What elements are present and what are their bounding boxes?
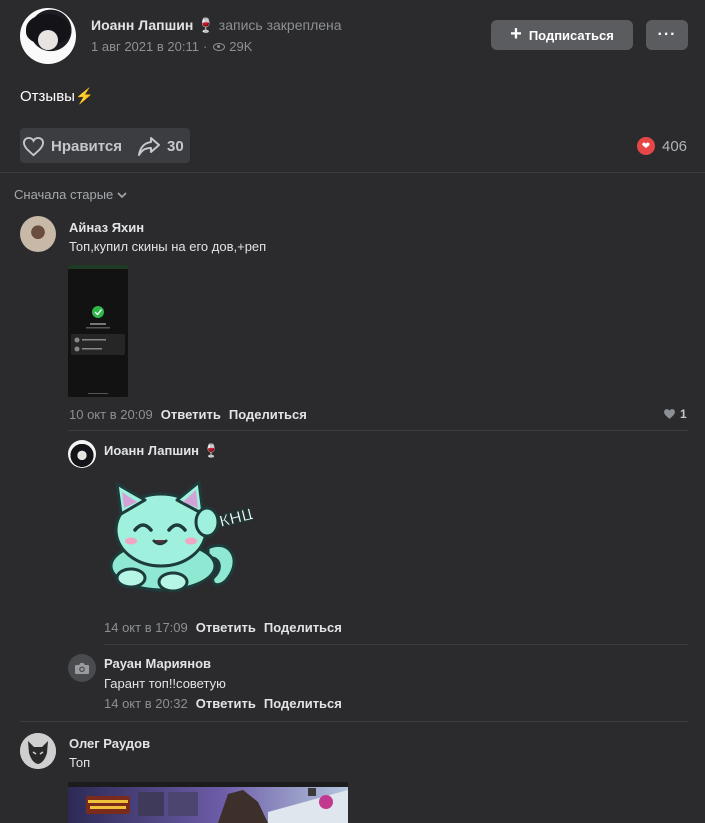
share-link[interactable]: Поделиться	[264, 696, 342, 711]
sticker-text: КНШ	[217, 503, 253, 531]
reply-avatar[interactable]	[68, 654, 96, 682]
share-button[interactable]: 30	[137, 135, 184, 157]
comment-avatar[interactable]	[20, 216, 56, 252]
divider	[104, 644, 688, 645]
reply-footer: 14 окт в 17:09 Ответить Поделиться	[104, 620, 342, 635]
reply-author[interactable]: Иоанн Лапшин	[104, 443, 199, 458]
reply-author-emoji: 🍷	[203, 443, 220, 458]
post-meta: 1 авг 2021 в 20:11 · 29K	[91, 39, 253, 54]
plus-icon: +	[510, 23, 522, 45]
subscribe-label: Подписаться	[528, 27, 614, 43]
comment-photo[interactable]	[68, 265, 128, 397]
sort-label: Сначала старые	[14, 187, 114, 202]
like-label: Нравится	[51, 138, 123, 155]
heart-icon	[22, 136, 45, 157]
post-text: Отзывы⚡	[20, 88, 94, 105]
post-views: 29K	[229, 39, 253, 54]
post-date[interactable]: 1 авг 2021 в 20:11	[91, 39, 199, 54]
reply-date[interactable]: 14 окт в 20:32	[104, 696, 188, 711]
comment-footer: 10 окт в 20:09 Ответить Поделиться	[69, 407, 307, 422]
post-author-emoji: 🍷	[197, 17, 215, 33]
comment-date[interactable]: 10 окт в 20:09	[69, 407, 153, 422]
divider	[20, 721, 688, 722]
reactions-count: 406	[662, 137, 688, 155]
post-author-avatar[interactable]	[20, 8, 76, 64]
comment-photo[interactable]	[68, 782, 348, 823]
pinned-label: запись закреплена	[218, 17, 342, 33]
reply-link[interactable]: Ответить	[196, 696, 256, 711]
reply-author-line: Иоанн Лапшин 🍷	[104, 443, 219, 459]
sticker-image[interactable]: КНШ	[103, 478, 261, 596]
reaction-heart-icon: ❤	[637, 137, 655, 155]
share-count: 30	[167, 137, 184, 155]
share-link[interactable]: Поделиться	[264, 620, 342, 635]
share-link[interactable]: Поделиться	[229, 407, 307, 422]
comment-author[interactable]: Олег Раудов	[69, 736, 150, 751]
chevron-down-icon	[117, 191, 127, 198]
comment-text: Топ	[69, 755, 91, 770]
like-heart-icon	[664, 409, 675, 419]
reply-text: Гарант топ!!советую	[104, 676, 226, 691]
post-author-line: Иоанн Лапшин 🍷 запись закреплена	[91, 17, 342, 34]
comment-like-button[interactable]: 1	[663, 407, 687, 421]
comment-text: Топ,купил скины на его дов,+реп	[69, 239, 267, 254]
comment-author[interactable]: Айназ Яхин	[69, 220, 144, 235]
reply-link[interactable]: Ответить	[196, 620, 256, 635]
reply-date[interactable]: 14 окт в 17:09	[104, 620, 188, 635]
divider	[0, 172, 705, 173]
post-author-name[interactable]: Иоанн Лапшин	[91, 17, 193, 33]
sort-dropdown[interactable]: Сначала старые	[14, 187, 127, 202]
share-icon	[138, 137, 160, 156]
reply-avatar[interactable]	[68, 440, 96, 468]
reply-footer: 14 окт в 20:32 Ответить Поделиться	[104, 696, 342, 711]
divider	[68, 430, 688, 431]
more-button[interactable]: ···	[646, 20, 688, 50]
camera-icon	[75, 662, 89, 674]
reply-link[interactable]: Ответить	[161, 407, 221, 422]
more-icon: ···	[657, 26, 677, 43]
like-button[interactable]: Нравится	[22, 136, 122, 157]
comment-like-count: 1	[680, 407, 687, 421]
reactions-summary[interactable]: ❤ 406	[637, 137, 687, 155]
reply-author[interactable]: Рауан Мариянов	[104, 656, 211, 671]
comment-avatar[interactable]	[20, 733, 56, 769]
subscribe-button[interactable]: + Подписаться	[491, 20, 633, 50]
eye-icon	[213, 42, 226, 51]
